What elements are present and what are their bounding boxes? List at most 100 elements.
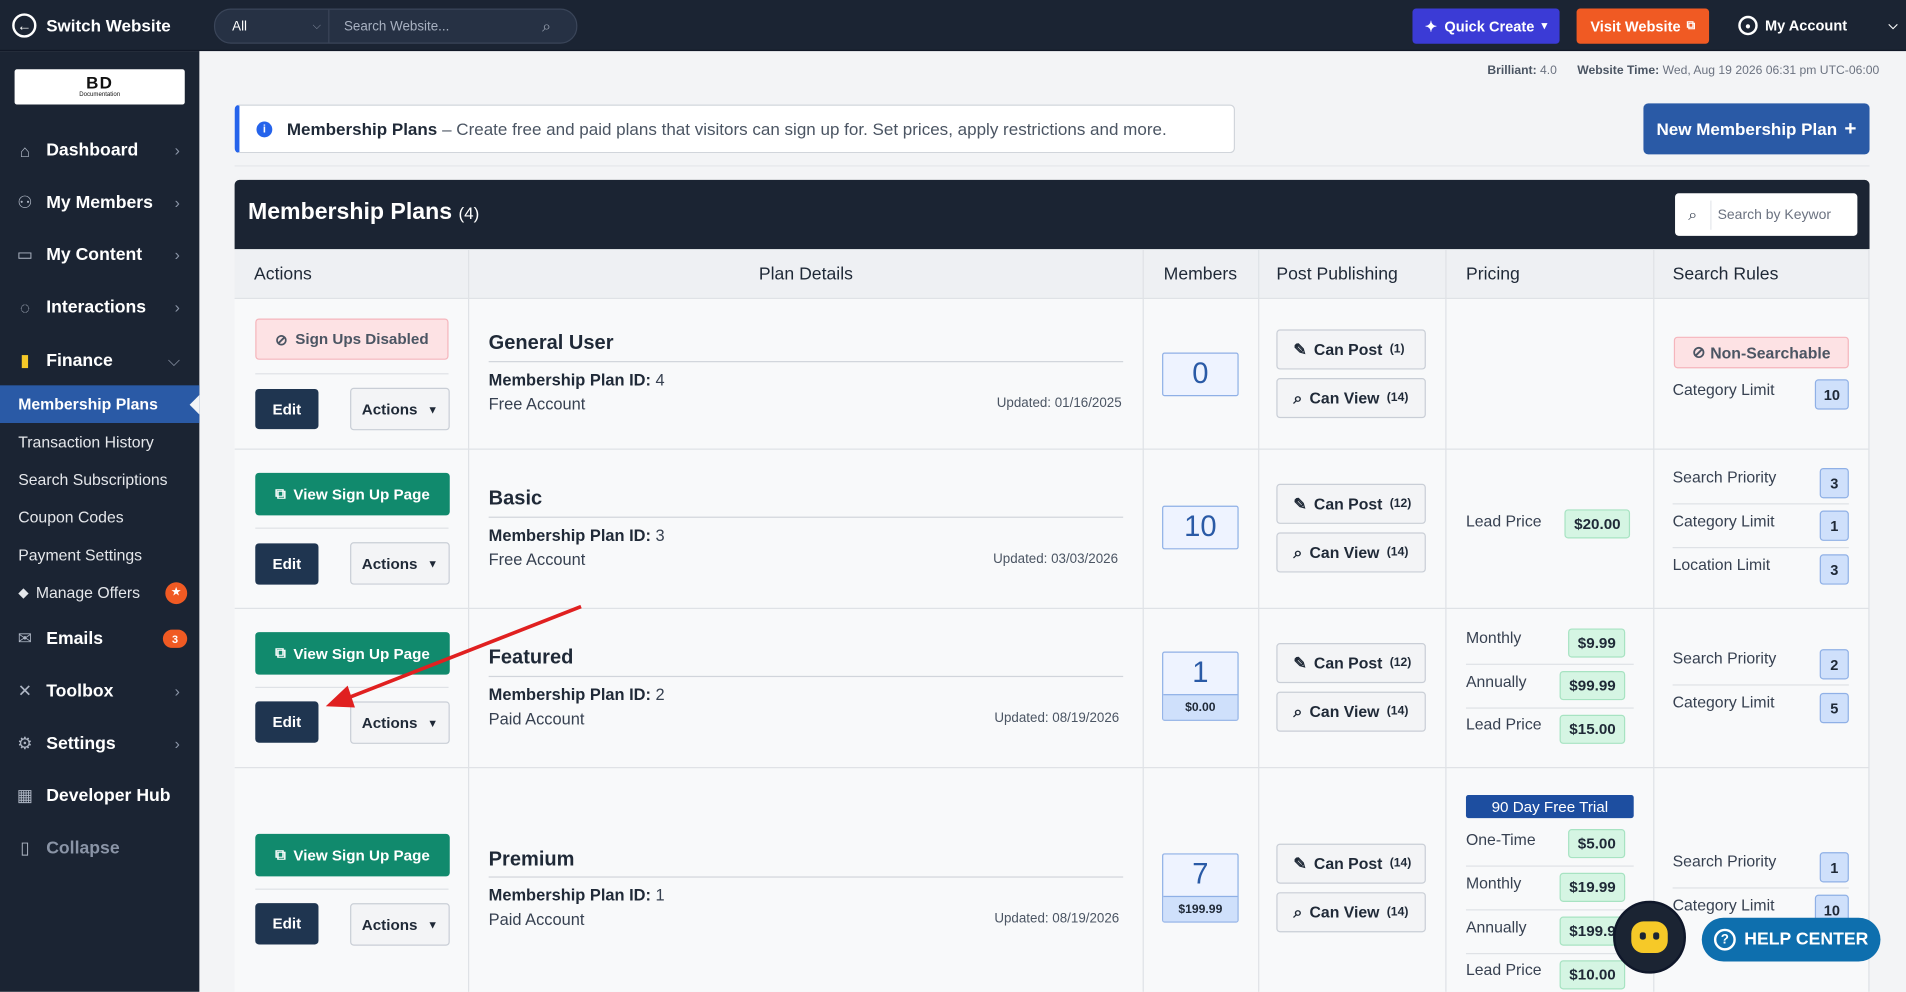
sidebar-subitem-label: Manage Offers [35,583,141,602]
chevron-down-icon: ▾ [1541,19,1548,32]
members-count-badge[interactable]: 7 $199.99 [1162,853,1239,923]
actions-dropdown[interactable]: Actions ▼ [350,701,450,744]
sidebar-item-toolbox[interactable]: ✕ Toolbox › [0,665,199,717]
column-header-post-publishing: Post Publishing [1276,264,1398,284]
price-value: $15.00 [1559,714,1626,744]
sidebar-item-label: Developer Hub [46,785,171,806]
site-logo[interactable]: BD Documentation [14,69,185,105]
can-post-label: Can Post [1313,340,1383,359]
emails-count-badge: 3 [162,629,188,648]
price-label: Monthly [1465,628,1522,647]
search-icon: ⌕ [1293,388,1303,407]
can-post-button[interactable]: ✎ Can Post (14) [1276,843,1426,884]
price-label: Lead Price [1465,511,1542,530]
divider [255,527,449,529]
can-view-button[interactable]: ⌕ Can View (14) [1276,532,1426,573]
search-icon[interactable]: ⌕ [542,16,576,35]
actions-dropdown[interactable]: Actions ▼ [350,387,450,431]
search-scope-select[interactable]: All ⌵ [215,9,330,43]
can-post-button[interactable]: ✎ Can Post (12) [1276,643,1426,684]
search-input[interactable]: Search Website... [329,19,542,34]
can-view-button[interactable]: ⌕ Can View (14) [1276,691,1426,732]
divider [255,888,449,890]
sidebar-subitem-transaction-history[interactable]: Transaction History [0,423,199,461]
sidebar-item-label: Dashboard [46,140,139,160]
sidebar-subitem-manage-offers[interactable]: ◆ Manage Offers ★ [0,574,199,612]
edit-button[interactable]: Edit [255,701,319,743]
actions-dropdown[interactable]: Actions ▼ [350,903,450,946]
ban-icon: ⊘ [275,331,288,349]
sidebar-subitem-coupon-codes[interactable]: Coupon Codes [0,498,199,536]
sidebar-item-my-content[interactable]: ▭ My Content › [0,229,199,281]
plan-type: Free Account [488,395,586,414]
chevron-down-icon: ⌵ [167,350,180,369]
sidebar-collapse-button[interactable]: ▯ Collapse [0,822,199,874]
view-sign-up-page-button[interactable]: ⧉ View Sign Up Page [255,833,450,877]
members-count-badge[interactable]: 0 [1162,352,1239,397]
help-center-button[interactable]: ? HELP CENTER [1701,917,1881,962]
price-label: Lead Price [1465,714,1542,733]
column-divider [467,249,470,992]
can-post-label: Can Post [1313,854,1383,873]
can-view-button[interactable]: ⌕ Can View (14) [1276,378,1426,419]
free-trial-badge: 90 Day Free Trial [1465,794,1634,819]
sidebar-item-dashboard[interactable]: ⌂ Dashboard › [0,124,199,176]
sidebar-item-settings[interactable]: ⚙ Settings › [0,717,199,769]
edit-button[interactable]: Edit [255,388,319,430]
edit-button[interactable]: Edit [255,903,319,945]
members-count: 10 [1184,510,1217,544]
divider [234,165,1870,167]
can-post-button[interactable]: ✎ Can Post (12) [1276,483,1426,524]
plan-name: General User [488,331,614,354]
collapse-icon: ▯ [20,837,30,857]
new-membership-plan-button[interactable]: New Membership Plan + [1643,103,1870,155]
sparkle-icon: ✦ [1424,17,1438,35]
can-post-button[interactable]: ✎ Can Post (1) [1276,329,1426,370]
chat-icon: ◌ [19,297,30,317]
members-count-badge[interactable]: 1 $0.00 [1162,651,1239,721]
sidebar-item-my-members[interactable]: ⚇ My Members › [0,176,199,228]
sidebar-item-finance[interactable]: ▮ Finance ⌵ [0,334,199,386]
rule-value: 1 [1819,510,1849,541]
edit-icon: ✎ [1293,653,1307,672]
sidebar-subitem-search-subscriptions[interactable]: Search Subscriptions [0,461,199,499]
external-link-icon: ⧉ [1686,19,1696,33]
plans-card-header: Membership Plans (4) ⌕ Search by Keywor [234,179,1870,250]
switch-website-button[interactable]: ← Switch Website [12,0,171,51]
can-view-button[interactable]: ⌕ Can View (14) [1276,892,1426,933]
price-value: $10.00 [1559,960,1626,990]
sidebar-item-interactions[interactable]: ◌ Interactions › [0,281,199,333]
actions-label: Actions [361,915,418,933]
view-sign-up-page-button[interactable]: ⧉ View Sign Up Page [255,472,450,516]
view-count: (14) [1386,905,1409,919]
actions-dropdown[interactable]: Actions ▼ [350,542,450,585]
divider [1672,547,1849,549]
my-account-menu[interactable]: ● My Account ⌵ [1738,0,1898,51]
can-post-label: Can Post [1313,653,1383,673]
envelope-icon: ✉ [17,628,33,648]
price-value: $5.00 [1568,829,1626,859]
keyword-search-field[interactable]: ⌕ Search by Keywor [1675,193,1858,236]
column-header-actions: Actions [254,264,312,284]
edit-button[interactable]: Edit [255,543,319,585]
plan-type: Paid Account [488,709,585,729]
sidebar-subitem-membership-plans[interactable]: Membership Plans [0,385,200,424]
edit-icon: ✎ [1293,853,1307,873]
rule-value: 5 [1819,692,1849,724]
plan-id-label: Membership Plan ID: [488,370,651,389]
sidebar-item-emails[interactable]: ✉ Emails 3 [0,613,199,665]
column-divider [1653,249,1655,992]
ban-icon: ⊘ [1692,342,1706,362]
members-count-badge[interactable]: 10 [1162,505,1239,550]
visit-website-button[interactable]: Visit Website ⧉ [1576,8,1710,44]
quick-create-button[interactable]: ✦ Quick Create ▾ [1412,8,1560,44]
plan-type: Paid Account [488,910,585,929]
view-sign-up-page-button[interactable]: ⧉ View Sign Up Page [255,632,450,675]
banner-title: Membership Plans [286,119,438,139]
sidebar-item-label: Interactions [46,297,147,317]
sidebar-subitem-payment-settings[interactable]: Payment Settings [0,536,199,574]
assistant-bot-icon[interactable] [1613,900,1686,974]
back-arrow-icon: ← [12,13,37,38]
sidebar-item-developer-hub[interactable]: ▦ Developer Hub [0,769,199,821]
price-label: Annually [1465,672,1527,691]
